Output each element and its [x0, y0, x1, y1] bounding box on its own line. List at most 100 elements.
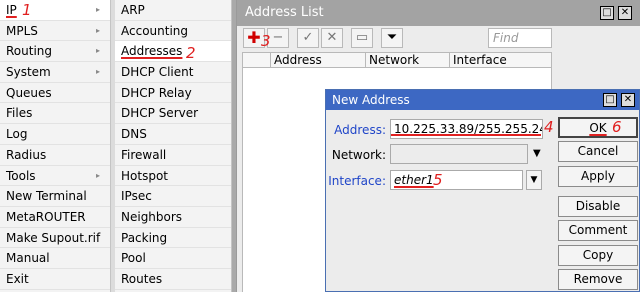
submenu-item-label: DHCP Relay	[121, 85, 192, 100]
grid-header: Address Network Interface	[242, 52, 552, 68]
menu-item-new-terminal[interactable]: New Terminal	[0, 186, 110, 207]
address-list-title: Address List	[245, 5, 324, 20]
new-address-dialog: New Address □ ✕ Address: 10.225.33.89/25…	[325, 89, 640, 292]
network-label: Network:	[331, 148, 386, 162]
address-underline-mark	[391, 134, 541, 136]
column-header-address[interactable]: Address	[271, 53, 366, 67]
address-label: Address:	[334, 123, 386, 137]
ok-button[interactable]: OK	[558, 117, 638, 138]
submenu-item-label: Addresses	[121, 44, 183, 59]
copy-button[interactable]: Copy	[558, 245, 638, 266]
menu-item-label: Routing	[6, 44, 53, 59]
check-icon[interactable]: ✓	[297, 28, 319, 48]
filter-icon[interactable]: ⏷	[381, 28, 403, 48]
menu-item-manual[interactable]: Manual	[0, 248, 110, 269]
chevron-right-icon: ▸	[95, 170, 100, 180]
menu-item-metarouter[interactable]: MetaROUTER	[0, 207, 110, 228]
remove-button[interactable]: Remove	[558, 269, 638, 290]
interface-label: Interface:	[328, 174, 386, 188]
comment-icon[interactable]: ▭	[351, 28, 373, 48]
chevron-right-icon: ▸	[95, 67, 100, 77]
submenu-item-arp[interactable]: ARP	[115, 0, 231, 21]
close-icon[interactable]: ✕	[621, 93, 635, 107]
chevron-right-icon: ▸	[95, 5, 100, 14]
submenu-item-packing[interactable]: Packing	[115, 228, 231, 249]
menu-item-label: New Terminal	[6, 189, 87, 204]
submenu-item-label: Accounting	[121, 23, 189, 38]
menu-item-label: Files	[6, 106, 33, 121]
submenu-item-firewall[interactable]: Firewall	[115, 145, 231, 166]
submenu-item-routes[interactable]: Routes	[115, 269, 231, 290]
menu-item-routing[interactable]: Routing ▸	[0, 41, 110, 63]
submenu-item-label: IPsec	[121, 189, 152, 204]
chevron-right-icon: ▸	[95, 25, 100, 35]
annotation-step-2: 2	[186, 44, 196, 62]
submenu-item-dns[interactable]: DNS	[115, 124, 231, 145]
annotation-step-3: 3	[261, 32, 271, 50]
menu-item-make-supout-rif[interactable]: Make Supout.rif	[0, 228, 110, 249]
apply-button[interactable]: Apply	[558, 166, 638, 187]
main-menu: IP ▸ MPLS ▸ Routing ▸ System ▸ Queues Files Log Rad…	[0, 0, 111, 292]
menu-item-system[interactable]: System ▸	[0, 62, 110, 83]
menu-item-label: Exit	[6, 271, 29, 286]
interface-value: ether1	[394, 173, 434, 187]
column-header-flag[interactable]	[243, 53, 271, 67]
menu-item-radius[interactable]: Radius	[0, 145, 110, 166]
submenu-item-label: Pool	[121, 251, 146, 266]
network-input[interactable]	[390, 144, 528, 164]
menu-item-exit[interactable]: Exit	[0, 269, 110, 290]
menu-item-label: System	[6, 65, 51, 80]
find-input[interactable]: Find	[488, 28, 552, 48]
restore-icon[interactable]: □	[603, 93, 617, 107]
submenu-item-dhcp-server[interactable]: DHCP Server	[115, 103, 231, 125]
submenu-item-label: Hotspot	[121, 168, 168, 183]
interface-select[interactable]: ether1	[390, 170, 523, 190]
submenu-item-label: Routes	[121, 271, 163, 286]
address-list-toolbar: ✚ − ✓ ✕ ▭ ⏷ Find	[237, 28, 640, 50]
cancel-button[interactable]: Cancel	[558, 141, 638, 162]
submenu-item-neighbors[interactable]: Neighbors	[115, 207, 231, 228]
comment-button[interactable]: Comment	[558, 220, 638, 241]
annotation-step-4: 4	[544, 118, 554, 136]
restore-icon[interactable]: □	[600, 6, 614, 20]
cross-icon[interactable]: ✕	[321, 28, 343, 48]
submenu-item-label: ARP	[121, 3, 145, 17]
column-header-network[interactable]: Network	[366, 53, 450, 67]
submenu-item-label: Packing	[121, 230, 168, 245]
address-list-titlebar[interactable]: Address List □ ✕	[237, 0, 640, 26]
submenu-item-hotspot[interactable]: Hotspot	[115, 166, 231, 187]
column-header-interface[interactable]: Interface	[450, 53, 551, 67]
submenu-item-dhcp-relay[interactable]: DHCP Relay	[115, 83, 231, 104]
annotation-step-5: 5	[433, 171, 443, 189]
new-address-titlebar[interactable]: New Address □ ✕	[326, 90, 639, 110]
menu-item-ip[interactable]: IP ▸	[0, 0, 110, 21]
submenu-item-label: DHCP Client	[121, 65, 194, 80]
menu-item-label: Tools	[6, 168, 36, 183]
submenu-item-label: DHCP Server	[121, 106, 199, 121]
network-dropdown-icon[interactable]: ▼	[533, 148, 541, 159]
menu-item-mpls[interactable]: MPLS ▸	[0, 21, 110, 42]
annotation-step-1: 1	[22, 1, 32, 19]
menu-item-log[interactable]: Log	[0, 124, 110, 145]
submenu-item-addresses[interactable]: Addresses	[115, 41, 231, 63]
submenu-item-pool[interactable]: Pool	[115, 248, 231, 269]
menu-item-tools[interactable]: Tools ▸	[0, 166, 110, 187]
submenu-item-label: Neighbors	[121, 209, 183, 224]
menu-item-queues[interactable]: Queues	[0, 83, 110, 104]
menu-item-label: Queues	[6, 85, 52, 100]
interface-dropdown-icon[interactable]: ▼	[526, 170, 542, 190]
submenu-item-dhcp-client[interactable]: DHCP Client	[115, 62, 231, 83]
address-input[interactable]: 10.225.33.89/255.255.240.0	[390, 119, 543, 139]
submenu-item-accounting[interactable]: Accounting	[115, 21, 231, 42]
menu-item-label: MetaROUTER	[6, 209, 86, 224]
submenu-item-ipsec[interactable]: IPsec	[115, 186, 231, 207]
close-icon[interactable]: ✕	[618, 6, 632, 20]
menu-item-files[interactable]: Files	[0, 103, 110, 125]
disable-button[interactable]: Disable	[558, 196, 638, 217]
menu-item-label: IP	[6, 3, 17, 17]
menu-item-label: Log	[6, 127, 28, 142]
menu-item-label: MPLS	[6, 23, 38, 38]
menu-item-label: Manual	[6, 251, 50, 266]
submenu-item-label: Firewall	[121, 147, 167, 162]
chevron-right-icon: ▸	[95, 46, 100, 56]
